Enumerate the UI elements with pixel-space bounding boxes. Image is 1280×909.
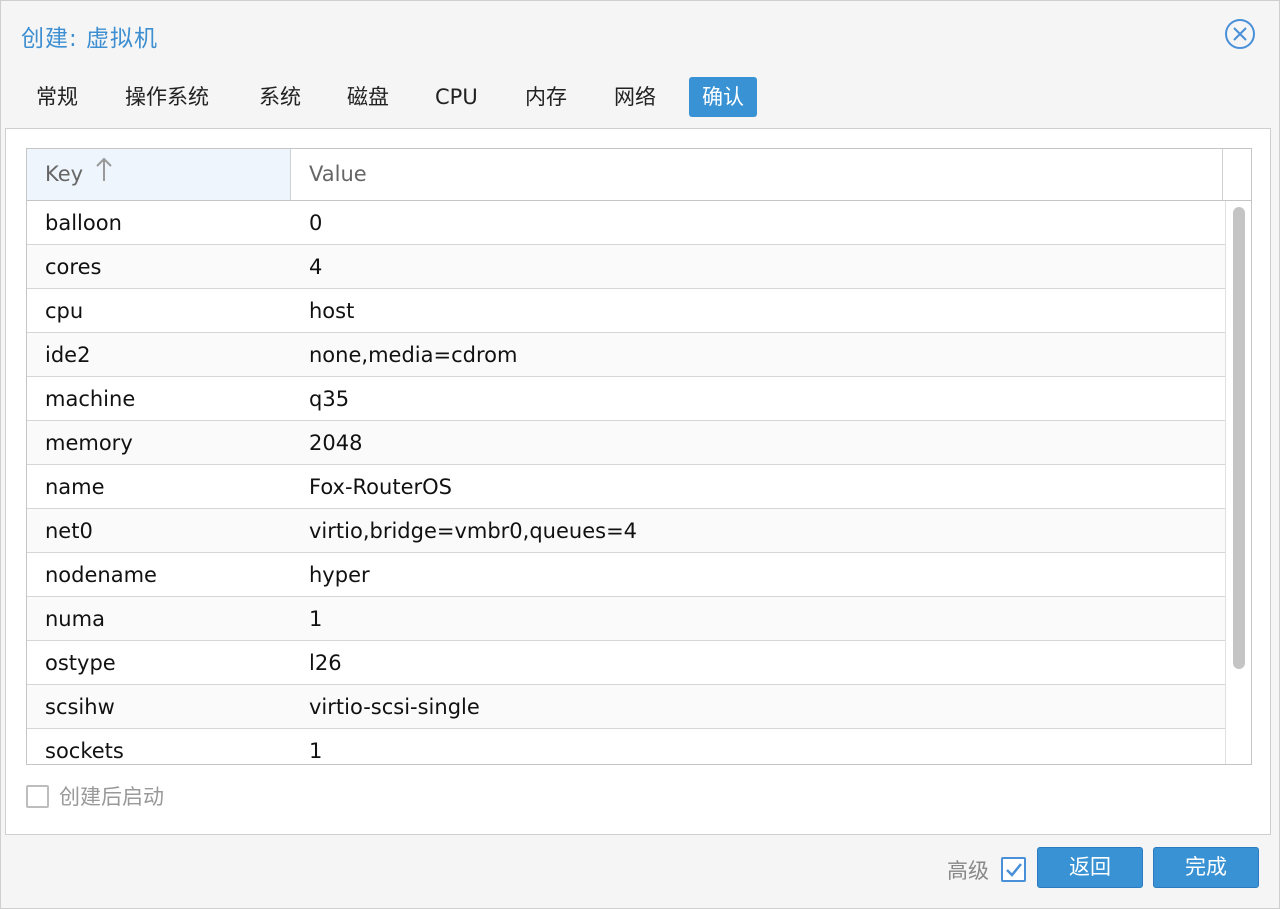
row-value: 1 [309,739,323,763]
table-row[interactable]: ostype l26 [27,641,1225,685]
tab-cpu[interactable]: CPU [422,77,491,117]
create-vm-dialog: 创建: 虚拟机 常规 操作系统 系统 磁盘 CPU 内存 网络 确认 Key V… [0,0,1280,909]
start-after-create-label: 创建后启动 [59,785,164,809]
advanced-label: 高级 [947,859,989,883]
advanced-checkbox[interactable] [1001,857,1026,882]
table-row[interactable]: numa 1 [27,597,1225,641]
row-value: 2048 [309,431,363,455]
table-row[interactable]: name Fox-RouterOS [27,465,1225,509]
row-value: l26 [309,651,342,675]
checkmark-icon [1006,863,1022,877]
row-key: cores [45,255,102,279]
row-key: balloon [45,211,122,235]
row-key: scsihw [45,695,115,719]
table-row[interactable]: cpu host [27,289,1225,333]
settings-grid: Key Value balloon 0 cores 4 cpu host ide2 none,… [26,148,1252,765]
row-value: Fox-RouterOS [309,475,452,499]
row-value: none,media=cdrom [309,343,518,367]
dialog-footer: 高级 返回 完成 [1,837,1279,909]
table-row[interactable]: memory 2048 [27,421,1225,465]
row-key: nodename [45,563,157,587]
table-row[interactable]: scsihw virtio-scsi-single [27,685,1225,729]
checkbox-unchecked-icon[interactable] [26,785,49,808]
row-key: net0 [45,519,93,543]
table-row[interactable]: ide2 none,media=cdrom [27,333,1225,377]
column-header-key[interactable]: Key [27,149,291,200]
row-key: name [45,475,105,499]
row-key: machine [45,387,136,411]
finish-button[interactable]: 完成 [1153,847,1259,888]
tab-os[interactable]: 操作系统 [112,77,222,117]
row-value: host [309,299,355,323]
row-key: cpu [45,299,84,323]
row-key: ostype [45,651,116,675]
row-value: q35 [309,387,350,411]
grid-scrollbar[interactable] [1225,201,1251,764]
row-value: 1 [309,607,323,631]
scrollbar-thumb[interactable] [1233,207,1245,669]
tab-system[interactable]: 系统 [246,77,314,117]
table-row[interactable]: net0 virtio,bridge=vmbr0,queues=4 [27,509,1225,553]
row-key: numa [45,607,105,631]
table-row[interactable]: nodename hyper [27,553,1225,597]
sort-ascending-icon [96,150,112,201]
tab-disk[interactable]: 磁盘 [334,77,402,117]
row-key: ide2 [45,343,91,367]
grid-body: balloon 0 cores 4 cpu host ide2 none,media=cdro… [27,201,1225,764]
table-row[interactable]: machine q35 [27,377,1225,421]
confirm-panel: Key Value balloon 0 cores 4 cpu host ide2 none,… [5,128,1271,835]
column-header-value[interactable]: Value [291,149,1223,200]
row-value: 4 [309,255,323,279]
row-value: hyper [309,563,370,587]
back-button[interactable]: 返回 [1037,847,1143,888]
close-icon[interactable] [1225,19,1255,49]
row-key: memory [45,431,133,455]
table-row[interactable]: cores 4 [27,245,1225,289]
tab-network[interactable]: 网络 [601,77,669,117]
row-value: 0 [309,211,323,235]
tab-confirm[interactable]: 确认 [689,77,757,117]
table-row[interactable]: sockets 1 [27,729,1225,764]
row-value: virtio-scsi-single [309,695,480,719]
tab-memory[interactable]: 内存 [512,77,580,117]
tab-general[interactable]: 常规 [23,77,91,117]
dialog-titlebar: 创建: 虚拟机 [1,1,1279,69]
dialog-title: 创建: 虚拟机 [21,26,159,52]
grid-header: Key Value [27,149,1251,201]
row-key: sockets [45,739,124,763]
table-row[interactable]: balloon 0 [27,201,1225,245]
row-value: virtio,bridge=vmbr0,queues=4 [309,519,638,543]
column-header-key-label: Key [45,162,84,186]
